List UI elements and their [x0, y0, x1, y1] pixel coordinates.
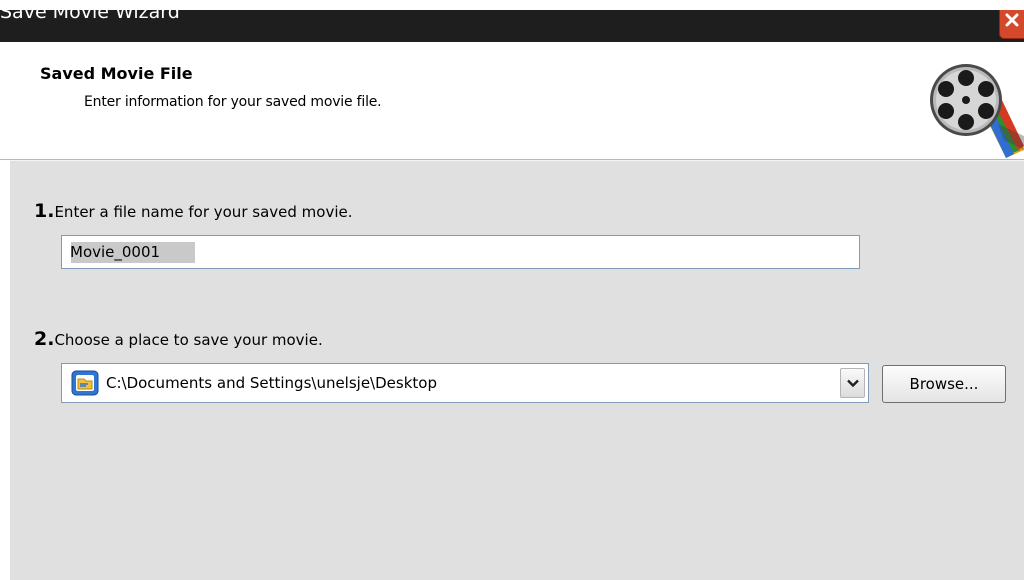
close-icon [1005, 13, 1019, 27]
filename-field[interactable] [61, 235, 860, 269]
window-title: Save Movie Wizard [0, 10, 180, 23]
chevron-down-icon [847, 379, 859, 388]
browse-button[interactable]: Browse... [882, 365, 1006, 403]
step-2-number: 2. [34, 328, 55, 350]
dropdown-button[interactable] [840, 368, 865, 398]
header-title: Saved Movie File [40, 64, 193, 83]
header-subtitle: Enter information for your saved movie f… [84, 94, 382, 110]
step-2-text: Choose a place to save your movie. [54, 331, 323, 349]
title-bar[interactable]: Save Movie Wizard [0, 10, 1024, 42]
save-location-dropdown[interactable]: C:\Documents and Settings\unelsje\Deskto… [61, 363, 869, 403]
wizard-content: 1.Enter a file name for your saved movie… [10, 160, 1024, 580]
wizard-header: Saved Movie File Enter information for y… [0, 42, 1024, 160]
save-location-path: C:\Documents and Settings\unelsje\Deskto… [106, 374, 437, 392]
step-1-number: 1. [34, 200, 55, 222]
filename-input[interactable] [70, 241, 850, 263]
folder-icon [71, 370, 99, 396]
film-reel-icon [930, 64, 1024, 158]
save-movie-wizard-window: Save Movie Wizard Saved Movie File Enter… [0, 0, 1024, 580]
step-2-label: 2.Choose a place to save your movie. [34, 328, 323, 350]
step-1-text: Enter a file name for your saved movie. [54, 203, 353, 221]
step-1-label: 1.Enter a file name for your saved movie… [34, 200, 352, 222]
close-button[interactable] [999, 10, 1024, 39]
